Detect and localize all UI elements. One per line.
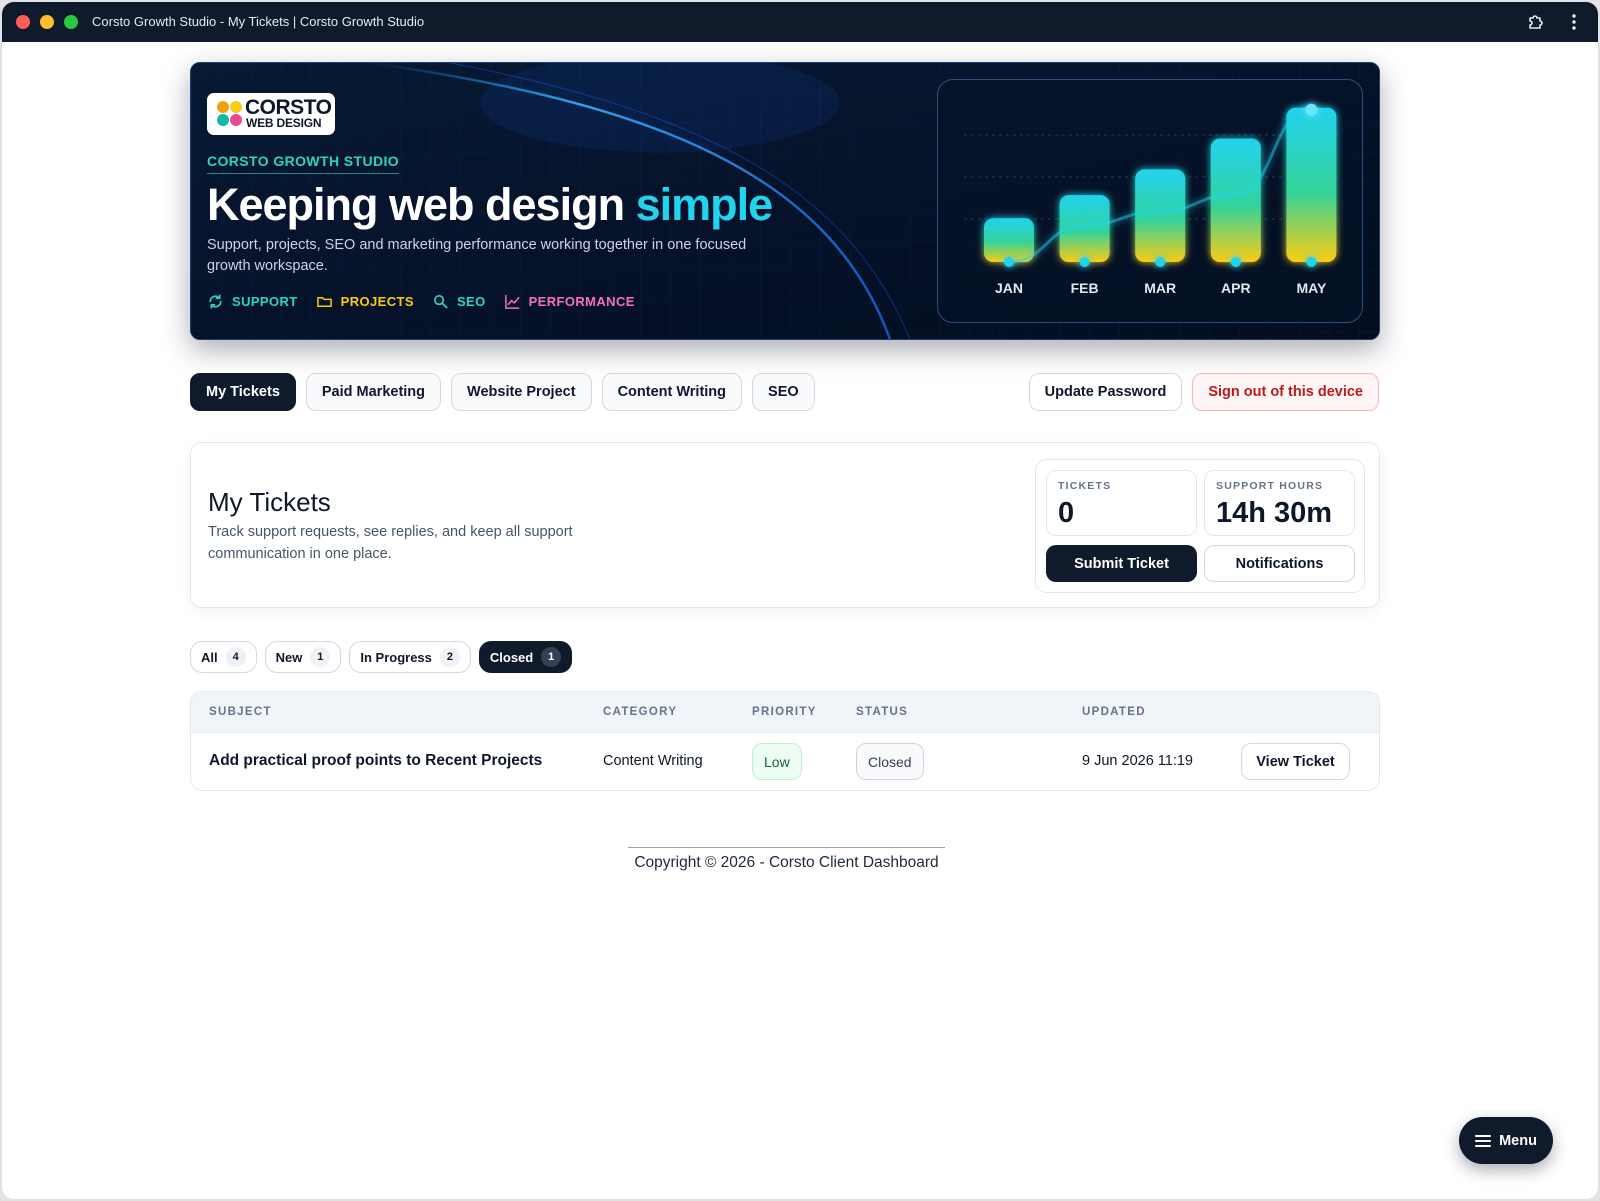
hero-title-accent: simple (635, 179, 774, 230)
folder-icon (316, 296, 332, 307)
tab-my-tickets[interactable]: My Tickets (190, 373, 296, 411)
chart-tick-label: JAN (995, 280, 1023, 296)
filter-closed-count: 1 (541, 647, 562, 667)
feature-performance: PERFORMANCE (504, 293, 635, 310)
dashboard-tabs: My Tickets Paid Marketing Website Projec… (190, 373, 815, 411)
notifications-button[interactable]: Notifications (1204, 545, 1355, 582)
growth-chart-panel: JAN FEB MAR APR MAY (937, 79, 1363, 323)
tab-website-project[interactable]: Website Project (451, 373, 592, 411)
browser-window: Corsto Growth Studio - My Tickets | Cors… (2, 2, 1598, 1199)
filter-new[interactable]: New 1 (264, 641, 342, 673)
chart-tick-label: MAY (1296, 280, 1326, 296)
filter-all[interactable]: All 4 (190, 641, 257, 673)
chart-bar-may (1286, 107, 1337, 262)
title-bar: Corsto Growth Studio - My Tickets | Cors… (2, 2, 1598, 42)
table-header: SUBJECT CATEGORY PRIORITY STATUS UPDATED (191, 692, 1379, 733)
chart-bar-apr (1210, 138, 1261, 262)
filter-new-count: 1 (310, 647, 331, 667)
more-vertical-icon[interactable] (1564, 12, 1584, 32)
tab-paid-marketing[interactable]: Paid Marketing (305, 373, 442, 411)
sign-out-button[interactable]: Sign out of this device (1192, 373, 1379, 411)
hamburger-icon (1475, 1134, 1492, 1147)
window-title: Corsto Growth Studio - My Tickets | Cors… (92, 14, 425, 29)
menu-label: Menu (1499, 1132, 1537, 1149)
growth-bar-chart: JAN FEB MAR APR MAY (964, 103, 1342, 296)
chart-point-mar (1155, 257, 1166, 267)
feature-seo-label: SEO (456, 294, 486, 309)
chart-point-apr (1230, 257, 1241, 267)
hero-feature-list: SUPPORT PROJECTS SEO PERFORMANCE (207, 293, 635, 310)
page-description: Track support requests, see replies, and… (208, 524, 573, 562)
minimize-window-button[interactable] (40, 15, 54, 29)
chart-trend-endpoint (1305, 103, 1318, 116)
refresh-icon (209, 294, 222, 309)
hero-banner: CORSTO WEB DESIGN CORSTO GROWTH STUDIO K… (190, 62, 1380, 340)
logo-tagline: WEB DESIGN (246, 116, 322, 130)
feature-projects-label: PROJECTS (340, 294, 414, 309)
support-hours-value: 14h 30m (1216, 497, 1333, 529)
ticket-category: Content Writing (603, 753, 703, 769)
ticket-status-filters: All 4 New 1 In Progress 2 Closed 1 (190, 641, 573, 673)
chart-point-jan (1004, 257, 1014, 267)
chart-point-feb (1079, 257, 1090, 267)
hero-title: Keeping web design simple (207, 179, 774, 231)
filter-closed-label: Closed (489, 649, 534, 665)
close-window-button[interactable] (16, 15, 30, 29)
filter-closed[interactable]: Closed 1 (478, 641, 573, 673)
support-hours-label: SUPPORT HOURS (1216, 480, 1324, 492)
filter-in-progress[interactable]: In Progress 2 (349, 641, 471, 673)
logo-dots-icon (217, 101, 242, 126)
tickets-stat: TICKETS 0 (1046, 470, 1197, 536)
feature-support-label: SUPPORT (232, 294, 298, 309)
filter-all-label: All (201, 649, 218, 665)
hero-subtitle: Support, projects, SEO and marketing per… (207, 237, 747, 274)
chart-tick-label: APR (1221, 280, 1251, 296)
feature-performance-label: PERFORMANCE (528, 294, 635, 309)
column-header-subject: SUBJECT (209, 706, 272, 718)
filter-all-count: 4 (225, 647, 246, 667)
feature-support: SUPPORT (207, 293, 298, 310)
filter-new-label: New (275, 649, 303, 665)
column-header-updated: UPDATED (1082, 706, 1146, 718)
support-hours-stat: SUPPORT HOURS 14h 30m (1204, 470, 1355, 536)
feature-seo: SEO (432, 293, 486, 310)
hero-title-main: Keeping web design (207, 179, 636, 230)
ticket-subject[interactable]: Add practical proof points to Recent Pro… (209, 752, 542, 770)
tab-seo[interactable]: SEO (752, 373, 815, 411)
chart-bar-jan (984, 218, 1034, 262)
column-header-status: STATUS (856, 706, 909, 718)
chart-point-may (1306, 257, 1317, 267)
account-actions: Update Password Sign out of this device (1028, 373, 1379, 411)
column-header-priority: PRIORITY (752, 706, 817, 718)
search-icon (433, 294, 448, 309)
update-password-button[interactable]: Update Password (1028, 373, 1183, 411)
floating-menu-button[interactable]: Menu (1459, 1117, 1553, 1164)
feature-projects: PROJECTS (316, 293, 414, 310)
table-row[interactable]: Add practical proof points to Recent Pro… (191, 733, 1379, 790)
submit-ticket-button[interactable]: Submit Ticket (1046, 545, 1197, 582)
filter-in-progress-label: In Progress (360, 649, 432, 665)
extension-puzzle-icon[interactable] (1526, 12, 1546, 32)
page-title: My Tickets (208, 487, 331, 517)
status-badge: Closed (856, 743, 924, 780)
chart-tick-label: FEB (1071, 280, 1099, 296)
priority-badge: Low (752, 743, 802, 780)
stats-panel: TICKETS 0 SUPPORT HOURS 14h 30m Submit T… (1035, 459, 1365, 593)
line-chart-icon (504, 294, 519, 309)
tab-content-writing[interactable]: Content Writing (601, 373, 743, 411)
tickets-table: SUBJECT CATEGORY PRIORITY STATUS UPDATED… (190, 691, 1380, 791)
tickets-summary-card: My Tickets Track support requests, see r… (190, 442, 1380, 608)
footer-copyright: Copyright © 2026 - Corsto Client Dashboa… (628, 847, 945, 872)
ticket-updated-date: 9 Jun 2026 11:19 (1082, 753, 1193, 769)
chart-tick-label: MAR (1144, 280, 1176, 296)
view-ticket-button[interactable]: View Ticket (1241, 743, 1350, 780)
maximize-window-button[interactable] (64, 15, 78, 29)
hero-kicker: CORSTO GROWTH STUDIO (207, 153, 400, 174)
corsto-logo[interactable]: CORSTO WEB DESIGN (207, 93, 335, 135)
column-header-category: CATEGORY (603, 706, 678, 718)
tickets-stat-value: 0 (1058, 497, 1075, 529)
tickets-stat-label: TICKETS (1058, 480, 1112, 492)
filter-in-progress-count: 2 (439, 647, 460, 667)
chart-bar-mar (1135, 169, 1186, 262)
